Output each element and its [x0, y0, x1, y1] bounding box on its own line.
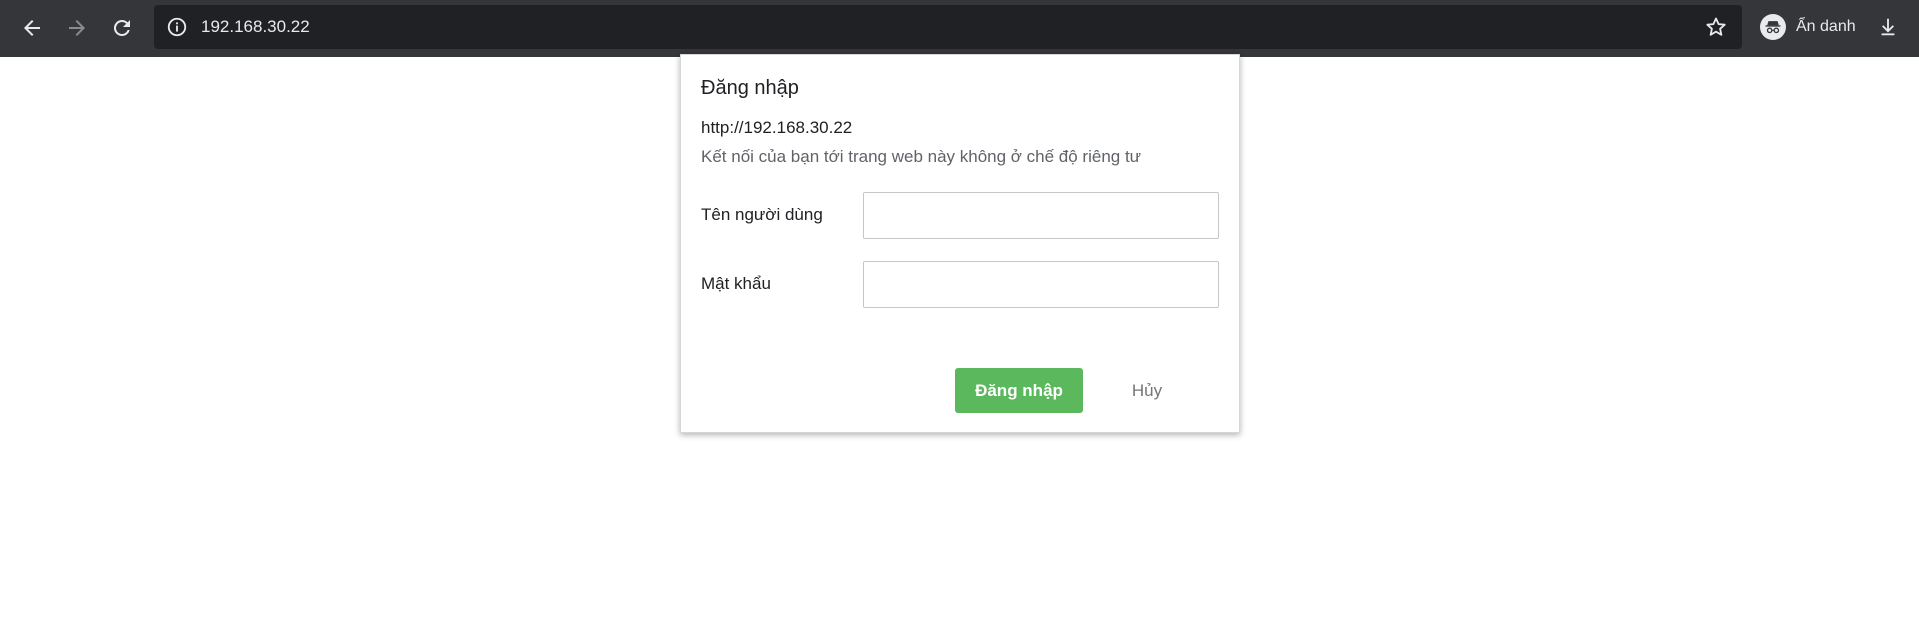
- privacy-warning: Kết nối của bạn tới trang web này không …: [701, 147, 1142, 166]
- cancel-button[interactable]: Hủy: [1097, 368, 1197, 413]
- reload-icon: [113, 19, 130, 36]
- reload-button[interactable]: [104, 10, 140, 46]
- browser-toolbar: 192.168.30.22 Ẩn danh: [0, 0, 1919, 57]
- arrow-right-icon: [69, 20, 85, 36]
- username-label: Tên người dùng: [701, 205, 823, 224]
- arrow-left-icon: [24, 20, 40, 36]
- info-icon[interactable]: [166, 16, 188, 38]
- address-bar[interactable]: 192.168.30.22: [154, 5, 1742, 49]
- login-dialog: Đăng nhập http://192.168.30.22 Kết nối c…: [680, 54, 1240, 433]
- star-icon[interactable]: [1704, 15, 1728, 39]
- dialog-title: Đăng nhập: [701, 77, 799, 99]
- username-input[interactable]: [863, 192, 1219, 239]
- incognito-label: Ẩn danh: [1796, 18, 1856, 35]
- password-label: Mật khẩu: [701, 274, 771, 293]
- download-button[interactable]: [1873, 12, 1903, 42]
- login-button[interactable]: Đăng nhập: [955, 368, 1083, 413]
- incognito-icon: [1760, 14, 1786, 40]
- download-icon: [1881, 18, 1895, 36]
- url-text[interactable]: 192.168.30.22: [201, 5, 310, 49]
- password-input[interactable]: [863, 261, 1219, 308]
- dialog-origin: http://192.168.30.22: [701, 118, 853, 137]
- incognito-profile-button[interactable]: Ẩn danh: [1760, 13, 1856, 41]
- forward-button[interactable]: [59, 10, 95, 46]
- back-button[interactable]: [14, 10, 50, 46]
